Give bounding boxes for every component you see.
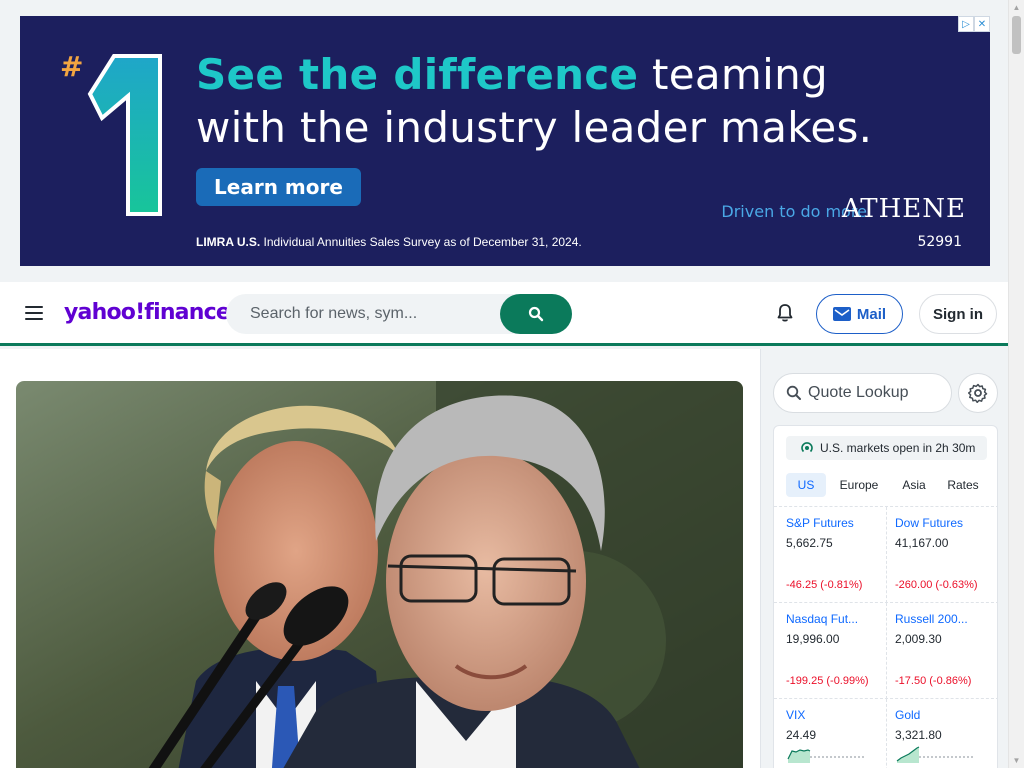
market-tile-vix[interactable]: VIX 24.49 (774, 699, 886, 768)
right-rail: U.S. markets open in 2h 30m US Europe As… (760, 349, 1008, 768)
mail-label: Mail (856, 305, 887, 323)
ad-choices[interactable]: ▷ ✕ (958, 16, 990, 32)
tile-price: 3,321.80 (895, 728, 942, 742)
tile-price: 24.49 (786, 728, 817, 742)
ad-headline: See the difference teaming with the indu… (196, 48, 916, 154)
ad-disclaimer: LIMRA U.S. Individual Annuities Sales Su… (196, 235, 582, 249)
search-bar (226, 294, 572, 334)
ad-disclaimer-bold: LIMRA U.S. (196, 235, 261, 249)
search-icon (786, 385, 801, 400)
ad-close-icon[interactable]: ✕ (974, 16, 990, 32)
tile-name: Dow Futures (895, 516, 964, 530)
tile-price: 5,662.75 (786, 536, 833, 550)
ad-disclaimer-rest: Individual Annuities Sales Survey as of … (260, 235, 582, 249)
market-tile-dow-futures[interactable]: Dow Futures 41,167.00 -260.00 (-0.63%) (886, 507, 997, 603)
ad-info-icon[interactable]: ▷ (958, 16, 974, 32)
market-tiles: S&P Futures 5,662.75 -46.25 (-0.81%) Dow… (774, 506, 997, 768)
quote-lookup[interactable] (773, 373, 952, 413)
market-tile-gold[interactable]: Gold 3,321.80 (886, 699, 997, 768)
page-scrollbar[interactable]: ▲ ▼ (1008, 0, 1024, 768)
ad-banner[interactable]: ▷ ✕ # See the difference teaming with th… (20, 16, 990, 266)
hero-news-photo[interactable] (16, 381, 743, 768)
market-status-badge: U.S. markets open in 2h 30m (786, 436, 987, 460)
ad-hash: # (60, 50, 84, 83)
site-header: yahoo!finance Mail Sign in (0, 282, 1008, 346)
tile-name: Gold (895, 708, 921, 722)
tile-change: -199.25 (-0.99%) (786, 675, 869, 687)
tile-name: VIX (786, 708, 806, 722)
sparkline-chart (787, 749, 864, 763)
tile-name: Nasdaq Fut... (786, 612, 859, 626)
scroll-thumb[interactable] (1012, 16, 1021, 54)
scroll-down-arrow-icon[interactable]: ▼ (1009, 753, 1024, 768)
market-tile-nasdaq-futures[interactable]: Nasdaq Fut... 19,996.00 -199.25 (-0.99%) (774, 603, 886, 699)
ad-headline-accent: See the difference (196, 50, 639, 99)
market-status-text: U.S. markets open in 2h 30m (820, 441, 976, 455)
main-content (0, 349, 760, 768)
gear-icon (968, 383, 988, 403)
broadcast-icon (801, 442, 813, 453)
tile-price: 2,009.30 (895, 632, 942, 646)
tab-rates[interactable]: Rates (940, 473, 986, 497)
tile-row: Nasdaq Fut... 19,996.00 -199.25 (-0.99%)… (774, 602, 997, 699)
scroll-up-arrow-icon[interactable]: ▲ (1009, 0, 1024, 15)
tile-row: S&P Futures 5,662.75 -46.25 (-0.81%) Dow… (774, 506, 997, 603)
ad-brand-logo: ATHENE (841, 194, 966, 224)
learn-more-button[interactable]: Learn more (196, 168, 361, 206)
tab-us[interactable]: US (786, 473, 826, 497)
quote-lookup-input[interactable] (808, 384, 948, 402)
tile-name: S&P Futures (786, 516, 854, 530)
tile-change: -17.50 (-0.86%) (895, 675, 972, 687)
mail-icon (832, 307, 851, 321)
market-tile-russell-2000[interactable]: Russell 200... 2,009.30 -17.50 (-0.86%) (886, 603, 997, 699)
notifications-bell-icon[interactable] (774, 302, 796, 324)
search-button[interactable] (500, 294, 572, 334)
market-summary: U.S. markets open in 2h 30m US Europe As… (773, 425, 998, 768)
search-icon (528, 306, 544, 322)
tile-name: Russell 200... (895, 612, 968, 626)
market-tile-sp-futures[interactable]: S&P Futures 5,662.75 -46.25 (-0.81%) (774, 507, 886, 603)
mail-button[interactable]: Mail (816, 294, 903, 334)
sparkline-chart (896, 746, 973, 763)
settings-button[interactable] (958, 373, 998, 413)
tile-row: VIX 24.49 Gold 3,321.80 (774, 698, 997, 768)
market-region-tabs: US Europe Asia Rates (774, 472, 997, 498)
tile-price: 41,167.00 (895, 536, 949, 550)
tile-price: 19,996.00 (786, 632, 840, 646)
tile-change: -46.25 (-0.81%) (786, 579, 863, 591)
page: ▷ ✕ # See the difference teaming with th… (0, 0, 1024, 768)
tab-asia[interactable]: Asia (894, 473, 934, 497)
tile-change: -260.00 (-0.63%) (895, 579, 978, 591)
number-one-graphic (87, 54, 162, 216)
yahoo-finance-logo[interactable]: yahoo!finance (64, 300, 231, 325)
tab-europe[interactable]: Europe (830, 473, 888, 497)
ad-code: 52991 (917, 234, 962, 250)
search-input[interactable] (226, 294, 500, 334)
sign-in-button[interactable]: Sign in (919, 294, 997, 334)
hamburger-menu-icon[interactable] (24, 304, 44, 322)
